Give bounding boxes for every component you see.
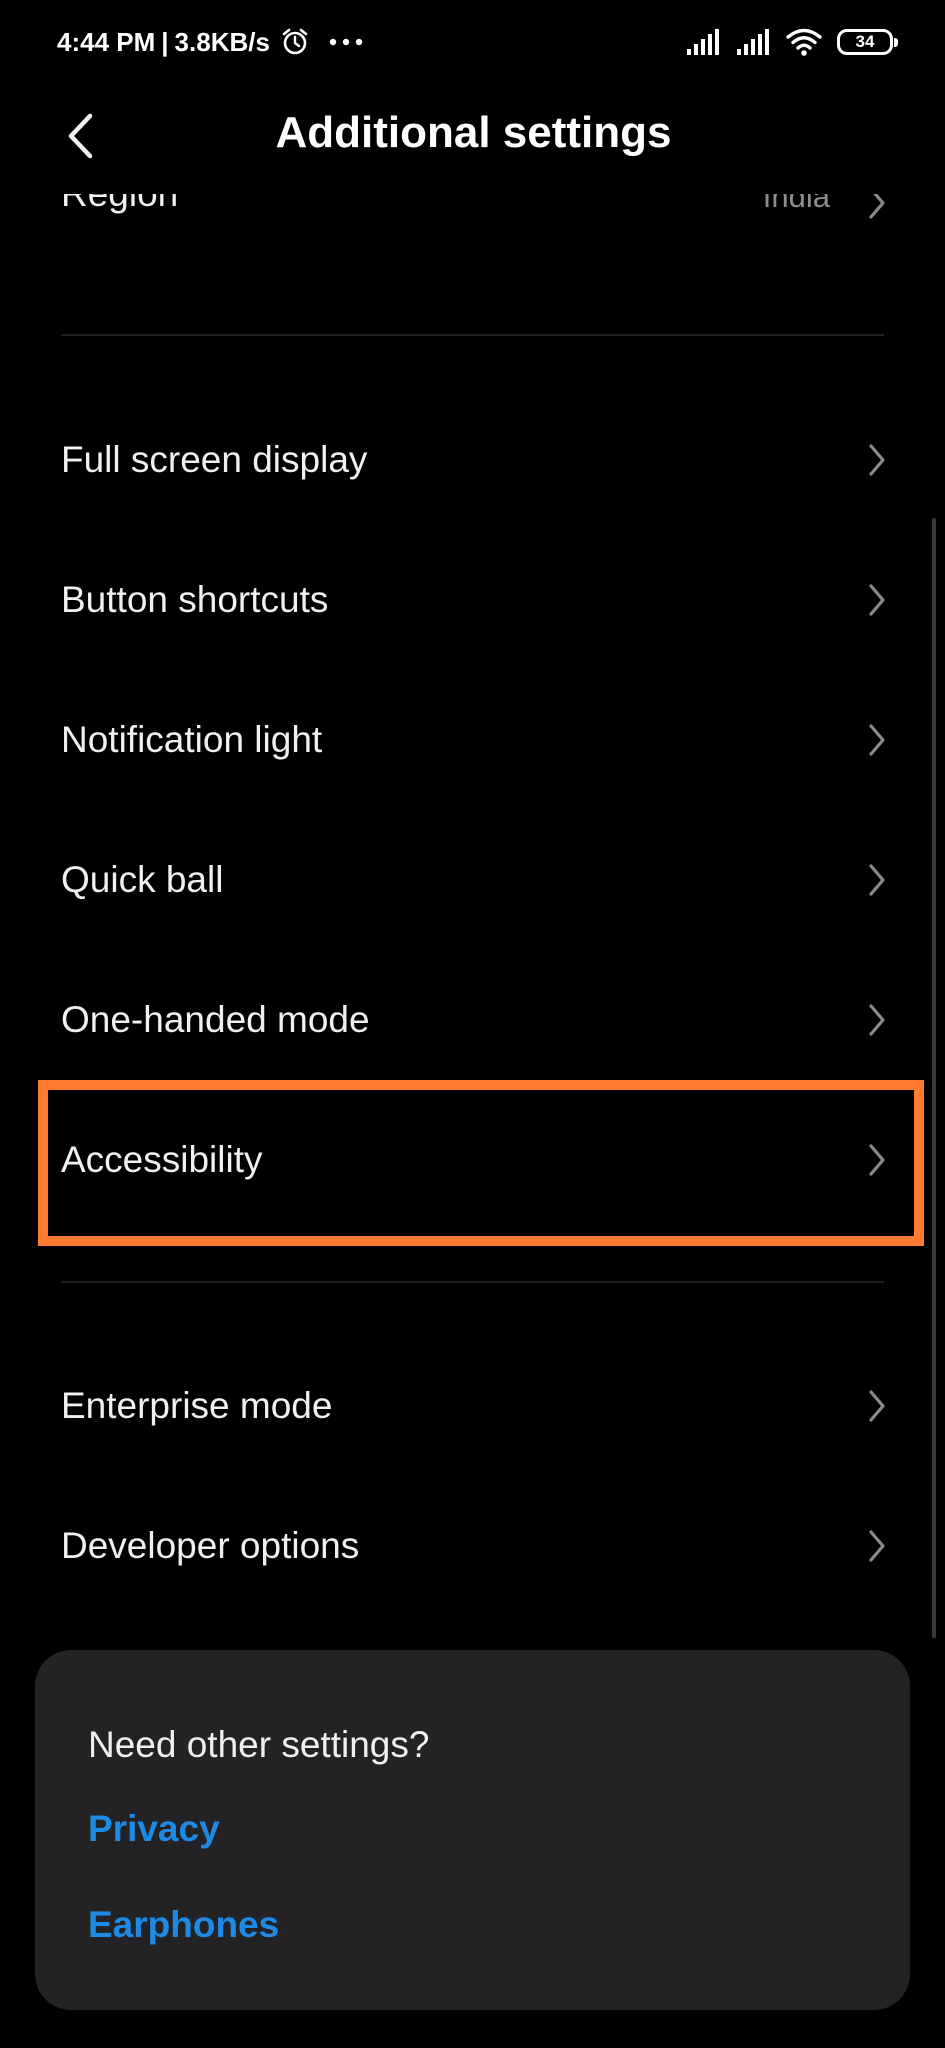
list-item-label: One-handed mode — [61, 999, 370, 1040]
list-item-label: Button shortcuts — [61, 579, 329, 620]
chevron-right-icon — [869, 584, 885, 616]
more-dots-icon — [329, 38, 363, 46]
status-left: 4:44 PM | 3.8KB/s — [57, 22, 364, 62]
chevron-right-icon — [869, 724, 885, 756]
chevron-right-icon — [869, 1004, 885, 1036]
divider — [61, 1281, 884, 1283]
list-item-label: Full screen display — [61, 439, 368, 480]
status-separator: | — [161, 26, 169, 57]
signal-icon-2 — [737, 29, 769, 55]
list-item-notification-light[interactable]: Notification light — [0, 670, 945, 810]
list-item-developer-options[interactable]: Developer options — [0, 1476, 945, 1616]
battery-icon: 34 — [837, 29, 898, 55]
list-item-one-handed-mode[interactable]: One-handed mode — [0, 950, 945, 1090]
chevron-right-icon — [869, 864, 885, 896]
status-bar: 4:44 PM | 3.8KB/s 34 — [0, 0, 945, 84]
privacy-link[interactable]: Privacy — [88, 1808, 220, 1850]
list-item-label: Notification light — [61, 719, 323, 760]
list-item-full-screen-display[interactable]: Full screen display — [0, 390, 945, 530]
battery-level: 34 — [855, 32, 875, 51]
region-value: India — [762, 179, 830, 214]
chevron-right-icon — [869, 444, 885, 476]
list-item-quick-ball[interactable]: Quick ball — [0, 810, 945, 950]
signal-icon — [687, 29, 719, 55]
list-item-enterprise-mode[interactable]: Enterprise mode — [0, 1336, 945, 1476]
divider — [61, 334, 884, 336]
status-right: 34 — [685, 24, 898, 60]
chevron-right-icon — [869, 1530, 885, 1562]
other-settings-card: Need other settings? Privacy Earphones — [35, 1650, 910, 2010]
chevron-right-icon — [869, 187, 885, 219]
list-item-region[interactable]: Region India — [0, 145, 945, 285]
chevron-right-icon — [869, 1390, 885, 1422]
status-time: 4:44 PM — [57, 26, 156, 57]
alarm-icon — [282, 28, 308, 55]
list-item-label: Region — [61, 173, 179, 214]
card-title: Need other settings? — [88, 1724, 430, 1765]
network-speed: 3.8KB/s — [174, 26, 270, 57]
earphones-link[interactable]: Earphones — [88, 1904, 279, 1946]
list-item-button-shortcuts[interactable]: Button shortcuts — [0, 530, 945, 670]
wifi-icon — [786, 28, 822, 56]
highlight-box — [38, 1080, 924, 1246]
list-item-label: Developer options — [61, 1525, 360, 1566]
list-item-label: Quick ball — [61, 859, 224, 900]
list-item-label: Enterprise mode — [61, 1385, 333, 1426]
